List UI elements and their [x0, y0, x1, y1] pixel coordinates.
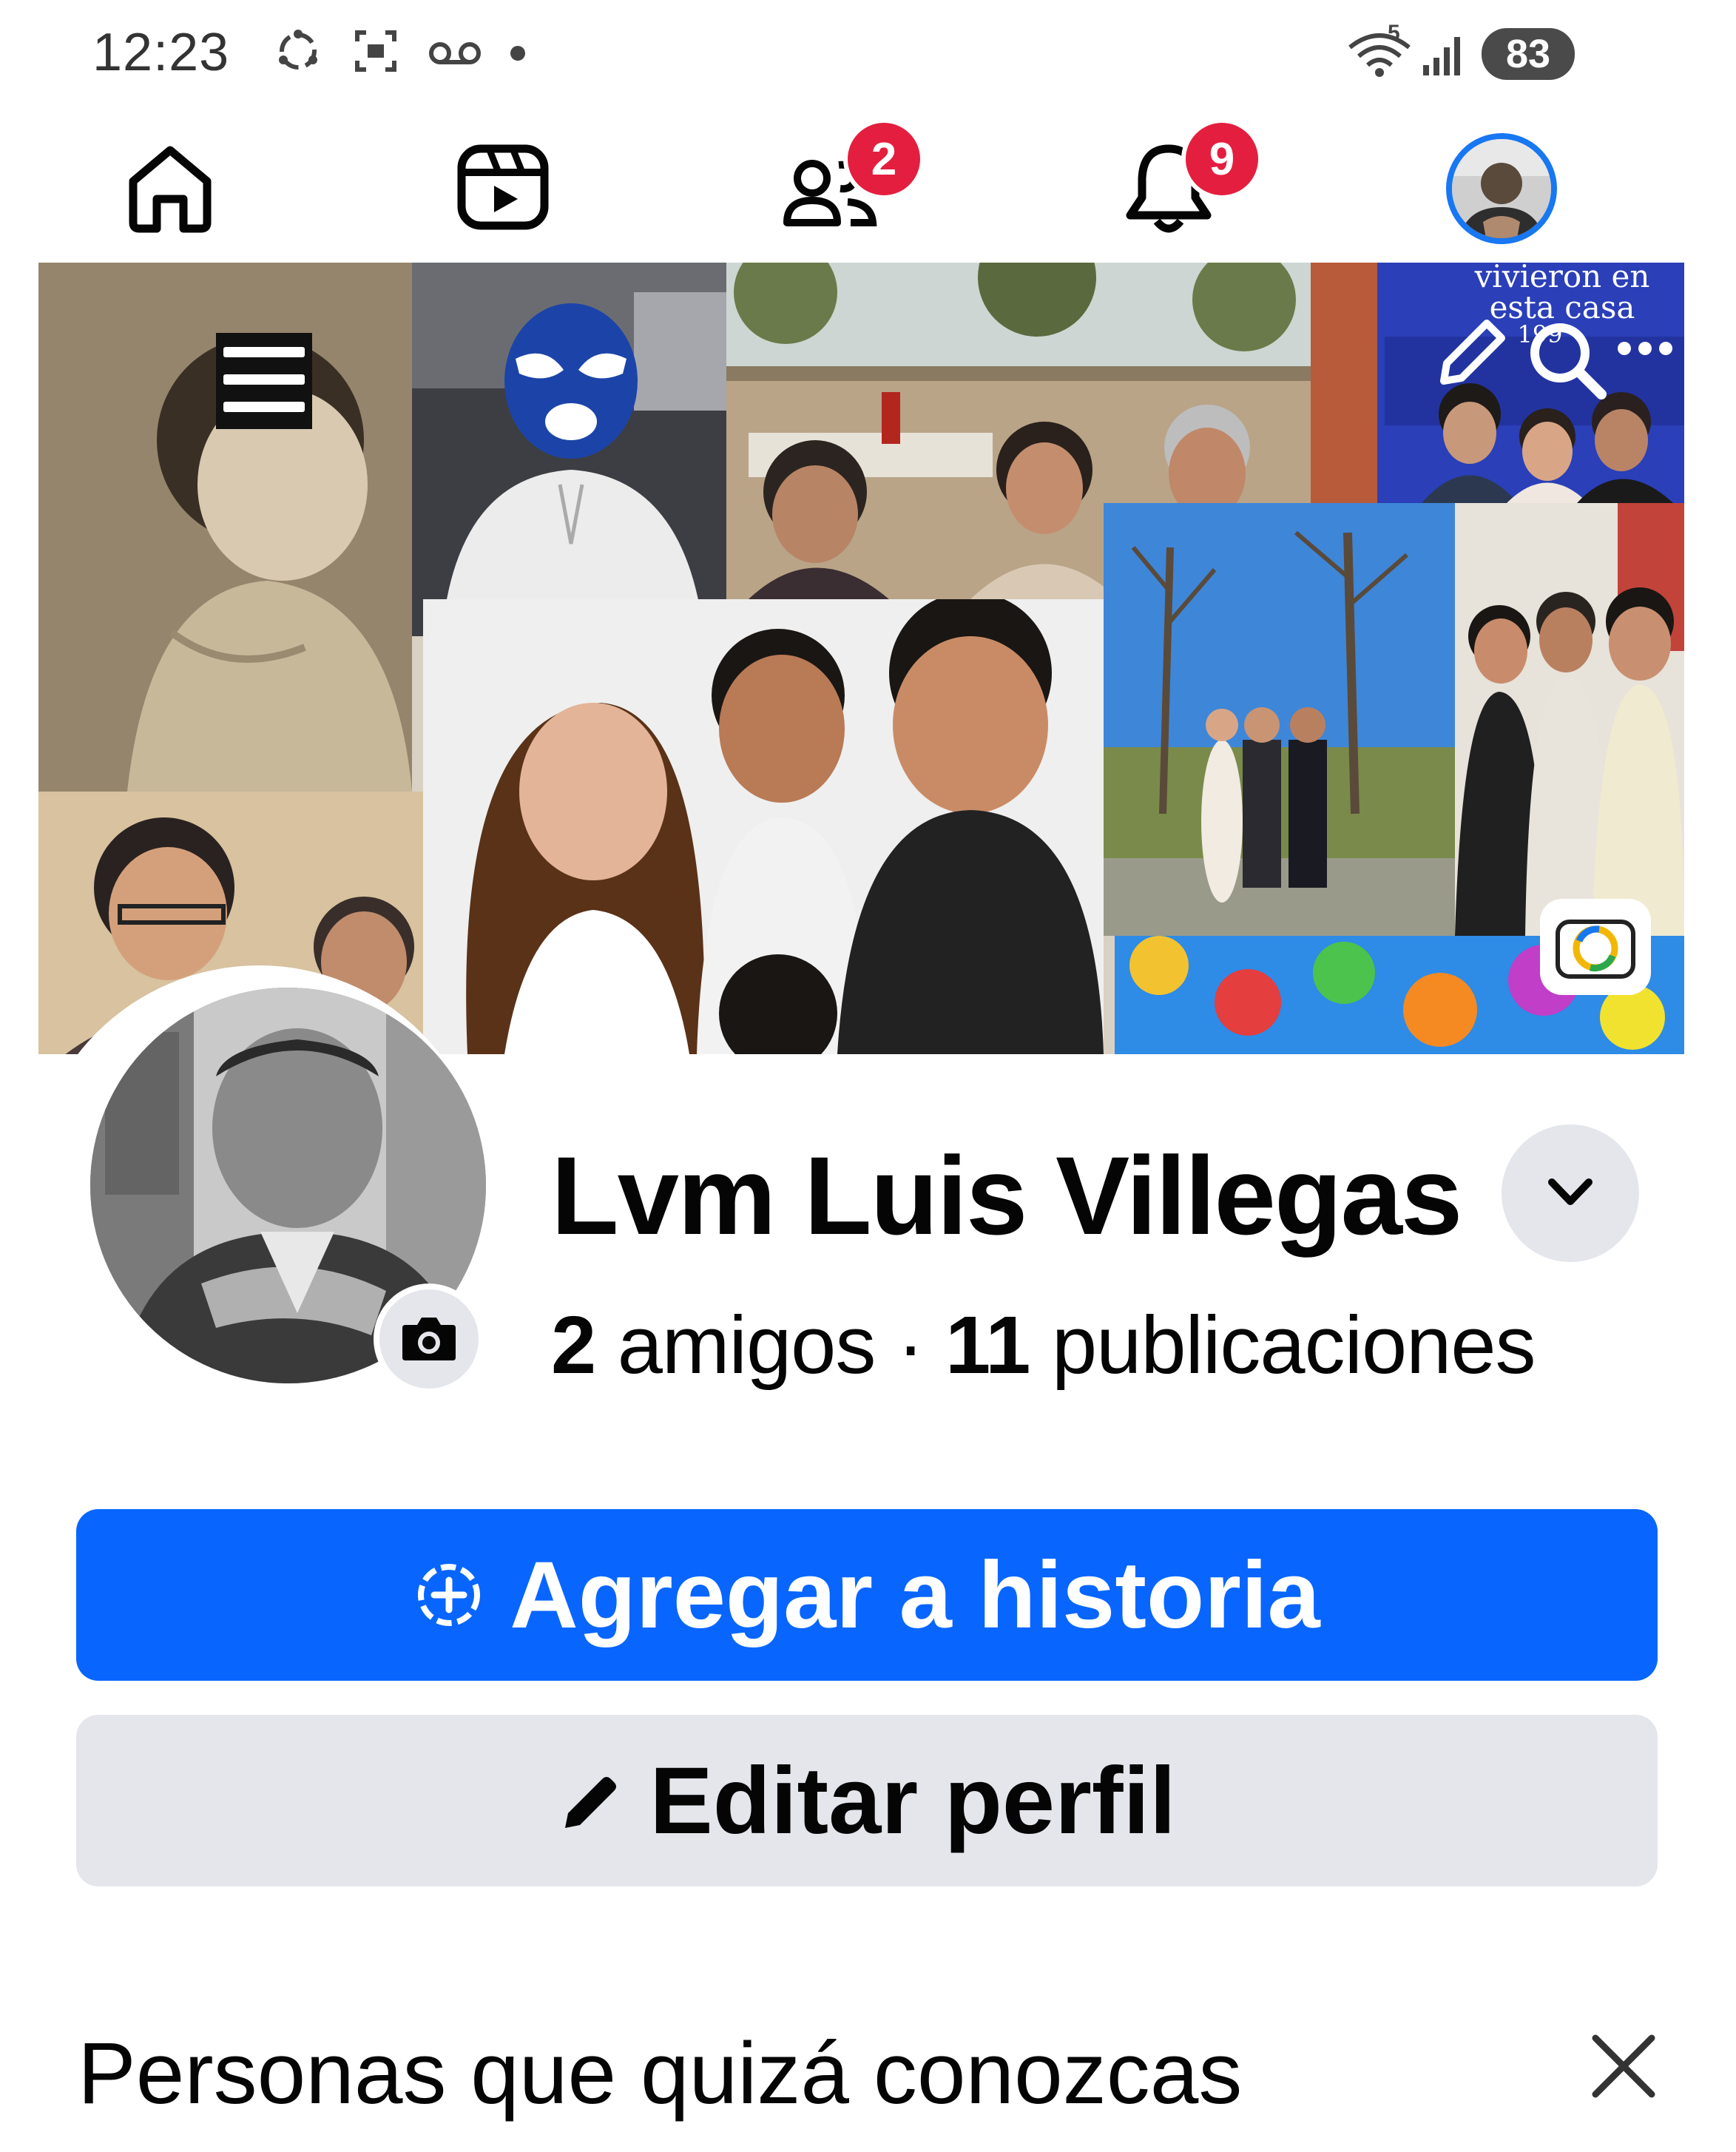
profile-stats: 2 amigos · 11 publicaciones	[551, 1298, 1536, 1392]
menu-button[interactable]	[216, 333, 312, 429]
nav-home[interactable]	[107, 126, 233, 252]
wifi-label: 5	[1388, 21, 1400, 45]
edit-cover-camera-button[interactable]	[1540, 899, 1651, 995]
battery-indicator: 83	[1482, 28, 1575, 80]
video-icon	[451, 135, 555, 243]
edit-profile-button[interactable]: Editar perfil	[76, 1715, 1658, 1886]
friends-badge: 2	[843, 118, 925, 200]
notifications-badge: 9	[1181, 118, 1263, 200]
camera-icon	[399, 1312, 459, 1367]
cover-photo[interactable]: vivieron en esta casa 199	[38, 263, 1684, 1054]
chevron-down-icon	[1544, 1173, 1596, 1214]
camera-icon	[1555, 911, 1636, 983]
cover-image-three-men	[1455, 503, 1684, 936]
search-button[interactable]	[1521, 314, 1610, 403]
friends-count[interactable]: 2	[551, 1300, 596, 1391]
cover-image-mask	[412, 263, 726, 636]
profile-camera-button[interactable]	[374, 1284, 484, 1394]
home-icon	[118, 135, 222, 243]
edit-cover-button[interactable]	[1429, 314, 1510, 396]
stats-separator: ·	[896, 1300, 925, 1391]
voicemail-icon	[425, 27, 484, 75]
menu-icon	[223, 343, 305, 420]
nav-notifications[interactable]: 9	[1106, 118, 1263, 252]
people-you-may-know-heading: Personas que quizá conozcas	[78, 2025, 1243, 2122]
close-suggestions-button[interactable]	[1583, 2027, 1664, 2108]
screen-record-icon	[351, 27, 400, 75]
pencil-icon	[558, 1767, 624, 1834]
status-bar: 12:23 5 83	[0, 0, 1736, 111]
profile-name: Lvm Luis Villegas	[551, 1133, 1462, 1258]
friends-label[interactable]: amigos	[618, 1300, 877, 1391]
more-icon	[1615, 342, 1675, 366]
nav-video[interactable]	[440, 126, 566, 252]
profile-dropdown-button[interactable]	[1502, 1124, 1639, 1262]
status-time: 12:23	[92, 23, 230, 82]
cover-image-park	[1104, 503, 1455, 936]
more-button[interactable]	[1615, 334, 1675, 363]
add-story-label: Agregar a historia	[510, 1542, 1320, 1648]
nav-friends[interactable]: 2	[769, 118, 925, 252]
avatar	[1446, 133, 1557, 244]
edit-profile-label: Editar perfil	[649, 1747, 1176, 1854]
add-story-icon	[413, 1559, 484, 1630]
wifi-icon: 5	[1346, 21, 1413, 78]
posts-count: 11	[945, 1300, 1030, 1391]
pencil-icon	[1429, 320, 1510, 399]
posts-label: publicaciones	[1051, 1300, 1536, 1391]
add-story-button[interactable]: Agregar a historia	[76, 1509, 1658, 1681]
search-icon	[1521, 323, 1610, 406]
cover-image-family	[423, 599, 1104, 1054]
signal-icon	[1420, 33, 1465, 77]
sync-icon	[274, 27, 322, 75]
nav-profile[interactable]	[1439, 126, 1564, 252]
close-icon	[1587, 2029, 1661, 2107]
dot-icon	[510, 46, 525, 61]
